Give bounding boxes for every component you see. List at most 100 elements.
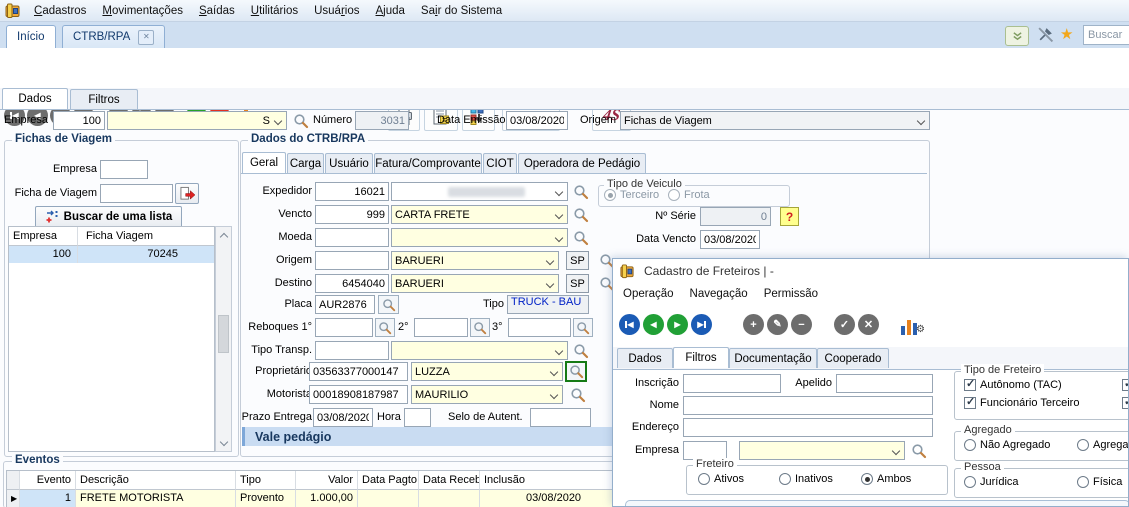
hora-input[interactable] xyxy=(404,408,431,427)
radio-juridica[interactable]: Jurídica xyxy=(964,476,1019,488)
apelido-input[interactable] xyxy=(836,374,933,393)
freteiros-tab-dados[interactable]: Dados xyxy=(617,348,673,368)
origem-doc-combo[interactable]: Fichas de Viagem xyxy=(620,111,930,130)
unpin-icon[interactable] xyxy=(1037,26,1054,43)
close-tab-icon[interactable]: ✕ xyxy=(138,30,154,45)
expand-chevron-button[interactable] xyxy=(1005,26,1029,46)
reboque2-lookup-button[interactable] xyxy=(470,318,490,337)
freteiros-tab-filtros[interactable]: Filtros xyxy=(673,347,729,368)
moeda-lookup-button[interactable] xyxy=(571,228,590,247)
eventos-col-data-receb[interactable]: Data Receb. xyxy=(419,471,480,490)
ficha-viagem-input[interactable] xyxy=(100,184,173,203)
fichas-scrollbar[interactable] xyxy=(215,226,232,452)
motorista-code-input[interactable] xyxy=(309,385,408,404)
checkbox-autonomo[interactable]: Autônomo (TAC) xyxy=(964,379,1062,391)
tab-filtros[interactable]: Filtros xyxy=(70,89,138,109)
reboque2-input[interactable] xyxy=(414,318,468,337)
freteiros-nav-last-button[interactable]: ▶ xyxy=(691,314,712,335)
freteiros-edit-button[interactable]: ✎ xyxy=(767,314,788,335)
ctrb-tab-ciot[interactable]: CIOT xyxy=(483,153,517,173)
origem-combo[interactable]: BARUERI xyxy=(391,251,559,270)
empresa-code-input[interactable] xyxy=(53,111,105,130)
menu-item-4[interactable]: Usuários xyxy=(306,5,367,17)
fichas-row-ficha[interactable]: 70245 xyxy=(78,246,214,263)
menu-item-5[interactable]: Ajuda xyxy=(368,5,413,17)
reboque1-input[interactable] xyxy=(315,318,373,337)
data-emissao-input[interactable] xyxy=(506,111,568,130)
menu-item-0[interactable]: Operação xyxy=(615,288,682,300)
reboque1-lookup-button[interactable] xyxy=(375,318,395,337)
origem-code-input[interactable] xyxy=(315,251,389,270)
moeda-combo[interactable] xyxy=(391,228,568,247)
eventos-cell-descricao[interactable]: FRETE MOTORISTA xyxy=(76,490,236,507)
expedidor-code-input[interactable] xyxy=(315,182,389,201)
expedidor-combo[interactable] xyxy=(391,182,568,201)
tipo-transp-lookup-button[interactable] xyxy=(571,341,590,360)
checkbox-funcionario-terceiro[interactable]: Funcionário Terceiro xyxy=(964,397,1079,409)
scroll-up-button[interactable] xyxy=(216,227,231,243)
menu-item-2[interactable]: Permissão xyxy=(756,288,826,300)
eventos-cell-evento[interactable]: 1 xyxy=(20,490,76,507)
selo-input[interactable] xyxy=(530,408,591,427)
tipo-transp-code-input[interactable] xyxy=(315,341,389,360)
ctrb-tab-geral[interactable]: Geral xyxy=(242,152,286,173)
origem-uf-button[interactable]: SP xyxy=(566,251,589,270)
placa-input[interactable] xyxy=(315,295,375,314)
favorite-star-icon[interactable]: ★ xyxy=(1060,25,1073,43)
scroll-thumb[interactable] xyxy=(218,315,229,353)
reboque3-input[interactable] xyxy=(508,318,571,337)
prazo-entrega-input[interactable] xyxy=(313,408,373,427)
eventos-cell-data-pagto[interactable] xyxy=(358,490,419,507)
freteiros-nav-prev-button[interactable]: ◀ xyxy=(643,314,664,335)
menu-item-2[interactable]: Saídas xyxy=(191,5,243,17)
carregar-ficha-button[interactable] xyxy=(175,183,199,204)
inscricao-input[interactable] xyxy=(683,374,781,393)
freteiros-tab-documentacao[interactable]: Documentação xyxy=(729,348,817,368)
eventos-col-tipo[interactable]: Tipo xyxy=(236,471,296,490)
freteiros-nav-next-button[interactable]: ▶ xyxy=(667,314,688,335)
radio-terceiro[interactable]: Terceiro xyxy=(604,189,659,201)
freteiros-chart-button[interactable]: ⚙ xyxy=(901,317,925,335)
fichas-col-empresa[interactable]: Empresa xyxy=(9,227,78,246)
freteiros-cancel-button[interactable]: ✕ xyxy=(858,314,879,335)
menu-item-1[interactable]: Movimentações xyxy=(94,5,191,17)
freteiros-empresa-combo[interactable] xyxy=(739,441,905,460)
vencto-code-input[interactable] xyxy=(315,205,389,224)
tab-ctrb-rpa[interactable]: CTRB/RPA ✕ xyxy=(62,25,165,48)
data-vencto-input[interactable] xyxy=(700,230,760,249)
fichas-col-ficha[interactable]: Ficha Viagem xyxy=(78,227,214,246)
motorista-combo[interactable]: MAURILIO xyxy=(411,385,563,404)
freteiros-confirm-button[interactable]: ✓ xyxy=(834,314,855,335)
freteiros-tab-cooperado[interactable]: Cooperado xyxy=(817,348,889,368)
proprietario-code-input[interactable] xyxy=(309,362,408,381)
eventos-cell-valor[interactable]: 1.000,00 xyxy=(296,490,358,507)
search-input[interactable] xyxy=(1083,25,1129,45)
endereco-input[interactable] xyxy=(683,418,933,437)
ctrb-tab-usuario[interactable]: Usuário xyxy=(325,153,373,173)
menu-item-1[interactable]: Navegação xyxy=(682,288,756,300)
motorista-lookup-button[interactable] xyxy=(568,385,587,404)
checkbox-cutoff-2[interactable] xyxy=(1122,397,1129,409)
freteiros-nav-first-button[interactable]: ◀ xyxy=(619,314,640,335)
empresa-lookup-button[interactable] xyxy=(291,111,310,130)
radio-agregado[interactable]: Agregado xyxy=(1077,439,1129,451)
empresa-combo[interactable]: S xyxy=(107,111,287,130)
checkbox-cutoff-1[interactable] xyxy=(1122,379,1129,391)
eventos-col-data-pagto[interactable]: Data Pagto xyxy=(358,471,419,490)
help-button[interactable]: ? xyxy=(780,207,799,226)
destino-combo[interactable]: BARUERI xyxy=(391,274,559,293)
scroll-down-button[interactable] xyxy=(216,435,231,451)
placa-lookup-button[interactable] xyxy=(378,295,399,314)
freteiros-empresa-lookup-button[interactable] xyxy=(909,441,928,460)
reboque3-lookup-button[interactable] xyxy=(573,318,593,337)
vencto-combo[interactable]: CARTA FRETE xyxy=(391,205,568,224)
tab-dados[interactable]: Dados xyxy=(2,88,68,109)
freteiros-add-button[interactable]: + xyxy=(743,314,764,335)
ctrb-tab-fatura[interactable]: Fatura/Comprovante xyxy=(374,153,482,173)
vencto-lookup-button[interactable] xyxy=(571,205,590,224)
freteiros-titlebar[interactable]: Cadastro de Freteiros | - xyxy=(613,259,1128,283)
radio-frota[interactable]: Frota xyxy=(668,189,710,201)
eventos-col-descricao[interactable]: Descrição xyxy=(76,471,236,490)
tipo-transp-combo[interactable] xyxy=(391,341,568,360)
destino-code-input[interactable] xyxy=(315,274,389,293)
